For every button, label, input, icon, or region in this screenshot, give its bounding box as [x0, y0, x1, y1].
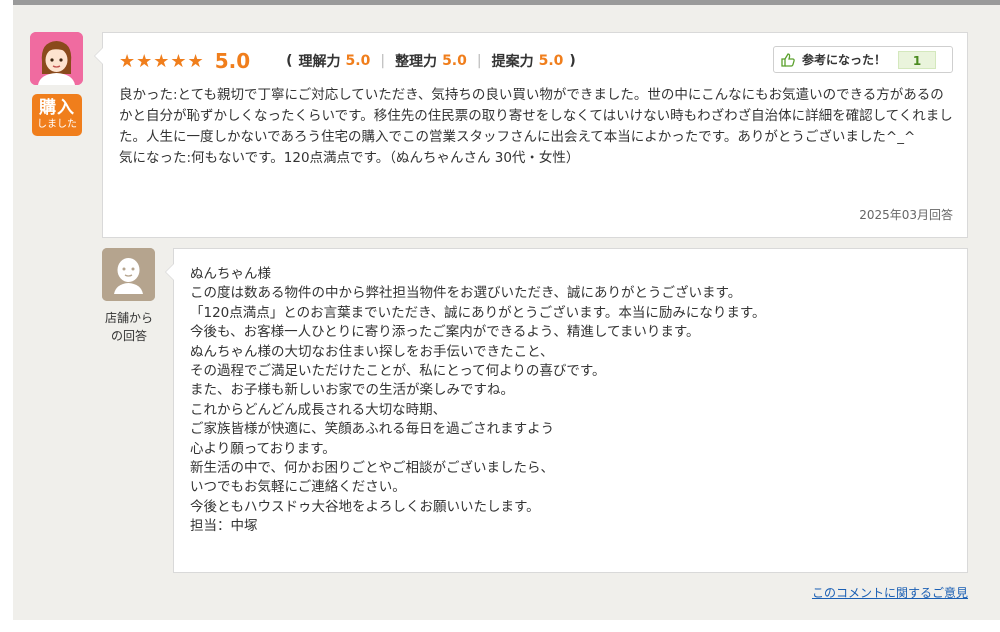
reply-line: これからどんどん成長される大切な時期、: [190, 401, 447, 418]
sub-score-understanding-label: 理解力: [298, 54, 341, 70]
shop-reply-label-line1: 店舗から: [104, 311, 153, 325]
sub-score-organizing-value: 5.0: [442, 53, 467, 69]
reply-line: 心より願っております。: [190, 440, 336, 457]
reply-line: ぬんちゃん様の大切なお住まい探しをお手伝いできたこと、: [190, 343, 554, 360]
thumbs-up-icon: [781, 52, 795, 67]
reviewer-avatar: [30, 32, 83, 85]
reply-line: この度は数ある物件の中から弊社担当物件をお選びいただき、誠にありがとうございます…: [190, 285, 742, 302]
female-user-icon: [30, 32, 83, 85]
review-good-text: 良かった:とても親切で丁寧にご対応していただき、気持ちの良い買い物ができました。…: [119, 87, 953, 145]
reply-line: 今後も、お客様一人ひとりに寄り添ったご案内ができるよう、精進してまいります。: [190, 324, 700, 341]
reply-line: 新生活の中で、何かお困りごとやご相談がございましたら、: [190, 460, 554, 477]
user-icon: [102, 248, 155, 301]
sub-score-understanding-value: 5.0: [345, 53, 371, 69]
open-paren: (: [286, 53, 293, 69]
review-section: 購入 しました ★★★★★ 5.0 ( 理解力 5.0 | 整理力 5.0 | …: [13, 12, 1000, 620]
reply-line: その過程でご満足いただけたことが、私にとって何よりの喜びです。: [190, 363, 606, 380]
top-divider: [13, 0, 1000, 12]
review-date: 2025年03月回答: [859, 208, 953, 222]
shop-reply-label: 店舗から の回答: [93, 309, 165, 345]
shop-reply-text: ぬんちゃん様 この度は数ある物件の中から弊社担当物件をお選びいただき、誠にありが…: [190, 265, 960, 537]
sub-score-proposal-value: 5.0: [538, 53, 564, 69]
reply-line: 今後ともハウスドゥ大谷地をよろしくお願いいたします。: [190, 498, 540, 515]
sub-score-proposal-label: 提案力: [491, 54, 534, 70]
comment-opinion-link[interactable]: このコメントに関するご意見: [812, 584, 968, 601]
purchased-badge: 購入 しました: [32, 94, 82, 136]
reply-line: いつでもお気軽にご連絡ください。: [190, 479, 406, 496]
helpful-button[interactable]: 参考になった！ 1: [773, 46, 953, 73]
shop-reply-card: ぬんちゃん様 この度は数ある物件の中から弊社担当物件をお選びいただき、誠にありが…: [165, 248, 968, 573]
reply-line: 「120点満点」とのお言葉までいただき、誠にありがとうございます。本当に励みにな…: [190, 304, 766, 321]
review-text: 良かった:とても親切で丁寧にご対応していただき、気持ちの良い買い物ができました。…: [119, 85, 957, 169]
review-concern-text: 気になった:何もないです。120点満点です。（ぬんちゃんさん 30代・女性）: [119, 150, 580, 166]
shop-avatar: [102, 248, 155, 301]
rating-row: ★★★★★ 5.0 ( 理解力 5.0 | 整理力 5.0 | 提案力 5.0 …: [119, 47, 582, 75]
purchased-badge-sub: しました: [37, 119, 77, 130]
shop-reply-label-line2: の回答: [110, 329, 147, 343]
star-rating: ★★★★★: [119, 50, 205, 72]
purchased-badge-main: 購入: [39, 98, 75, 118]
helpful-count: 1: [898, 50, 937, 69]
reply-line: ぬんちゃん様: [190, 266, 271, 282]
sub-scores: ( 理解力 5.0 | 整理力 5.0 | 提案力 5.0 ): [280, 51, 582, 71]
close-paren: ): [569, 53, 576, 69]
reply-line: また、お子様も新しいお家での生活が楽しみですね。: [190, 382, 514, 399]
reply-line: ご家族皆様が快適に、笑顔あふれる毎日を過ごされますよう: [190, 421, 555, 438]
review-card: ★★★★★ 5.0 ( 理解力 5.0 | 整理力 5.0 | 提案力 5.0 …: [94, 32, 968, 238]
helpful-label: 参考になった！: [802, 53, 887, 67]
reply-line: 担当：中塚: [190, 518, 258, 535]
sub-score-organizing-label: 整理力: [395, 54, 438, 70]
separator: |: [476, 53, 482, 69]
overall-score: 5.0: [214, 49, 251, 73]
separator: |: [380, 53, 386, 69]
